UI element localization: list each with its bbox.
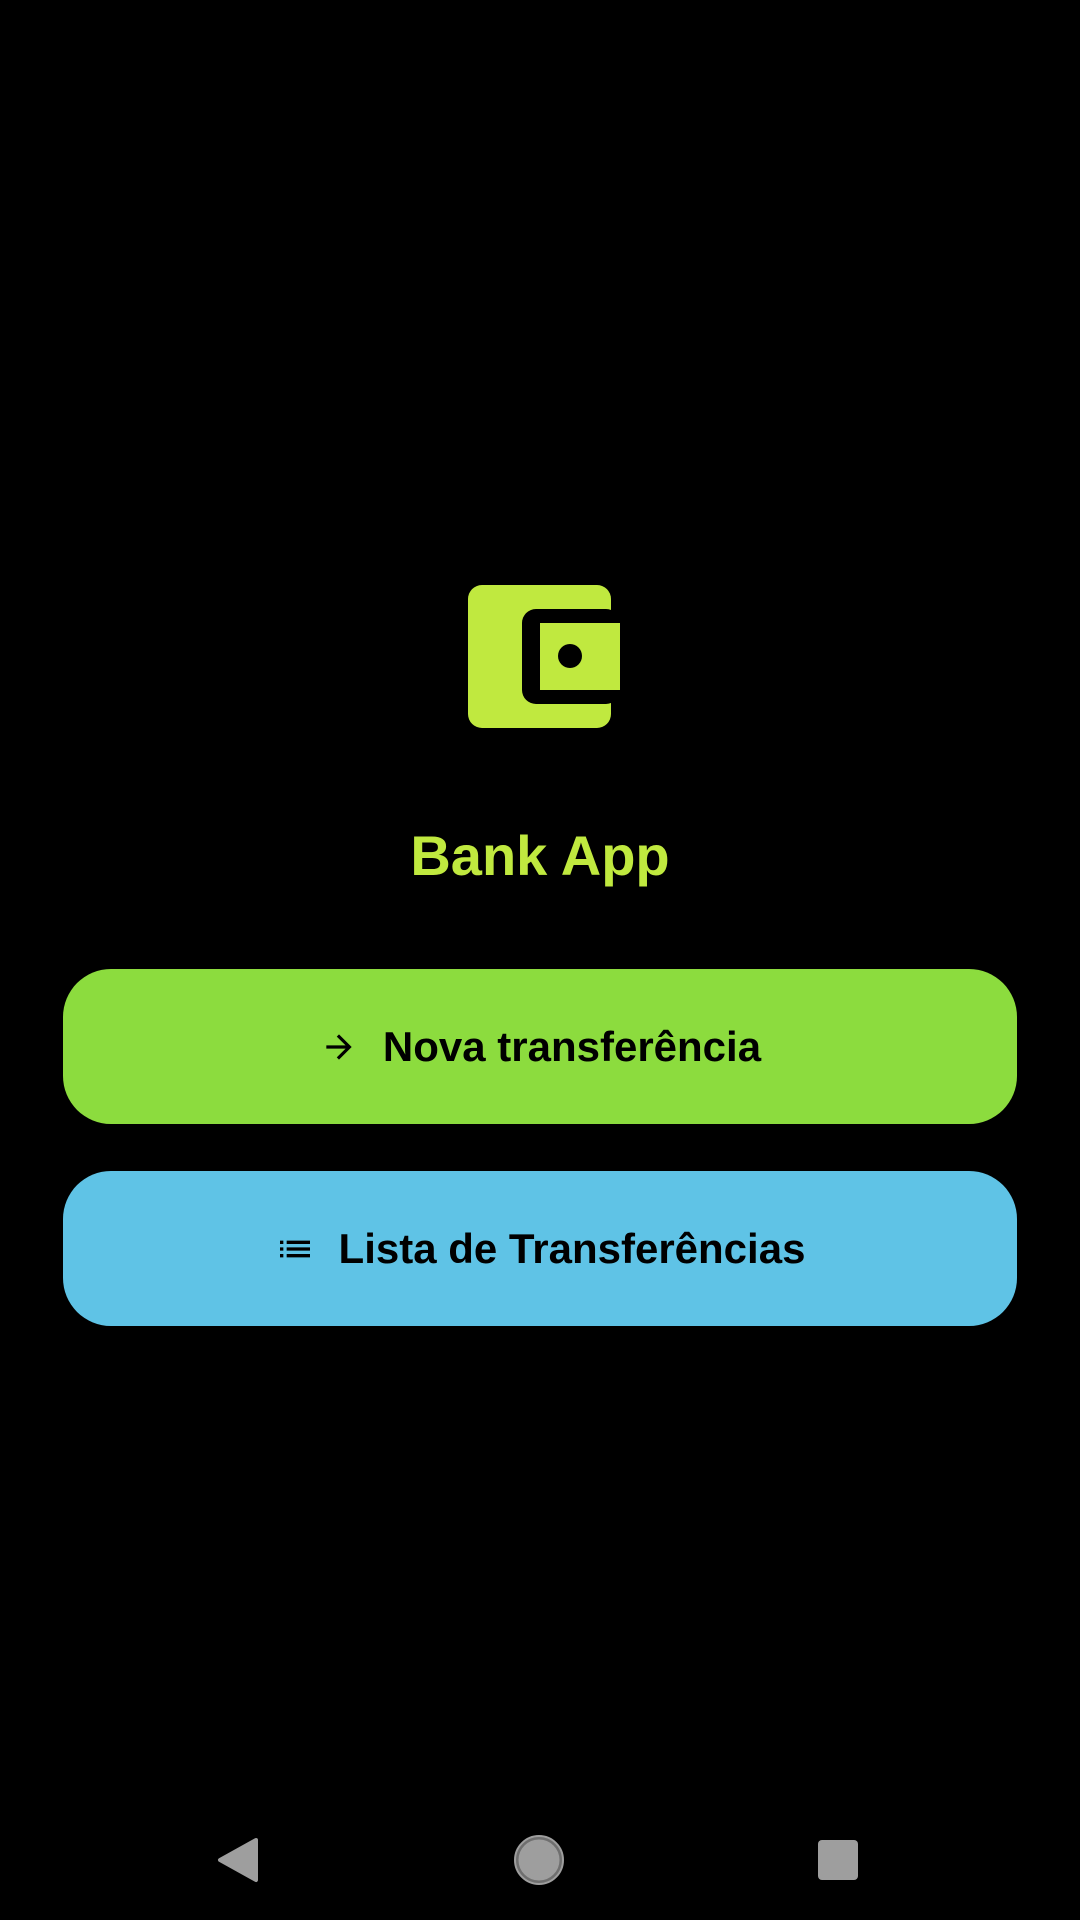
transfer-list-button[interactable]: Lista de Transferências: [63, 1171, 1017, 1326]
home-circle-icon: [514, 1835, 564, 1885]
main-screen: Bank App Nova transferência Lista de Tra…: [0, 0, 1080, 1920]
list-icon: [275, 1229, 315, 1269]
back-triangle-icon: [218, 1838, 258, 1882]
recents-square-icon: [818, 1840, 858, 1880]
back-button[interactable]: [208, 1830, 268, 1890]
home-button[interactable]: [509, 1830, 569, 1890]
arrow-right-icon: [319, 1027, 359, 1067]
recents-button[interactable]: [808, 1830, 868, 1890]
new-transfer-button[interactable]: Nova transferência: [63, 969, 1017, 1124]
app-title: Bank App: [410, 824, 670, 887]
system-navigation-bar: [0, 1800, 1080, 1920]
transfer-list-label: Lista de Transferências: [338, 1224, 806, 1272]
wallet-icon: [468, 585, 620, 728]
new-transfer-label: Nova transferência: [382, 1022, 762, 1070]
